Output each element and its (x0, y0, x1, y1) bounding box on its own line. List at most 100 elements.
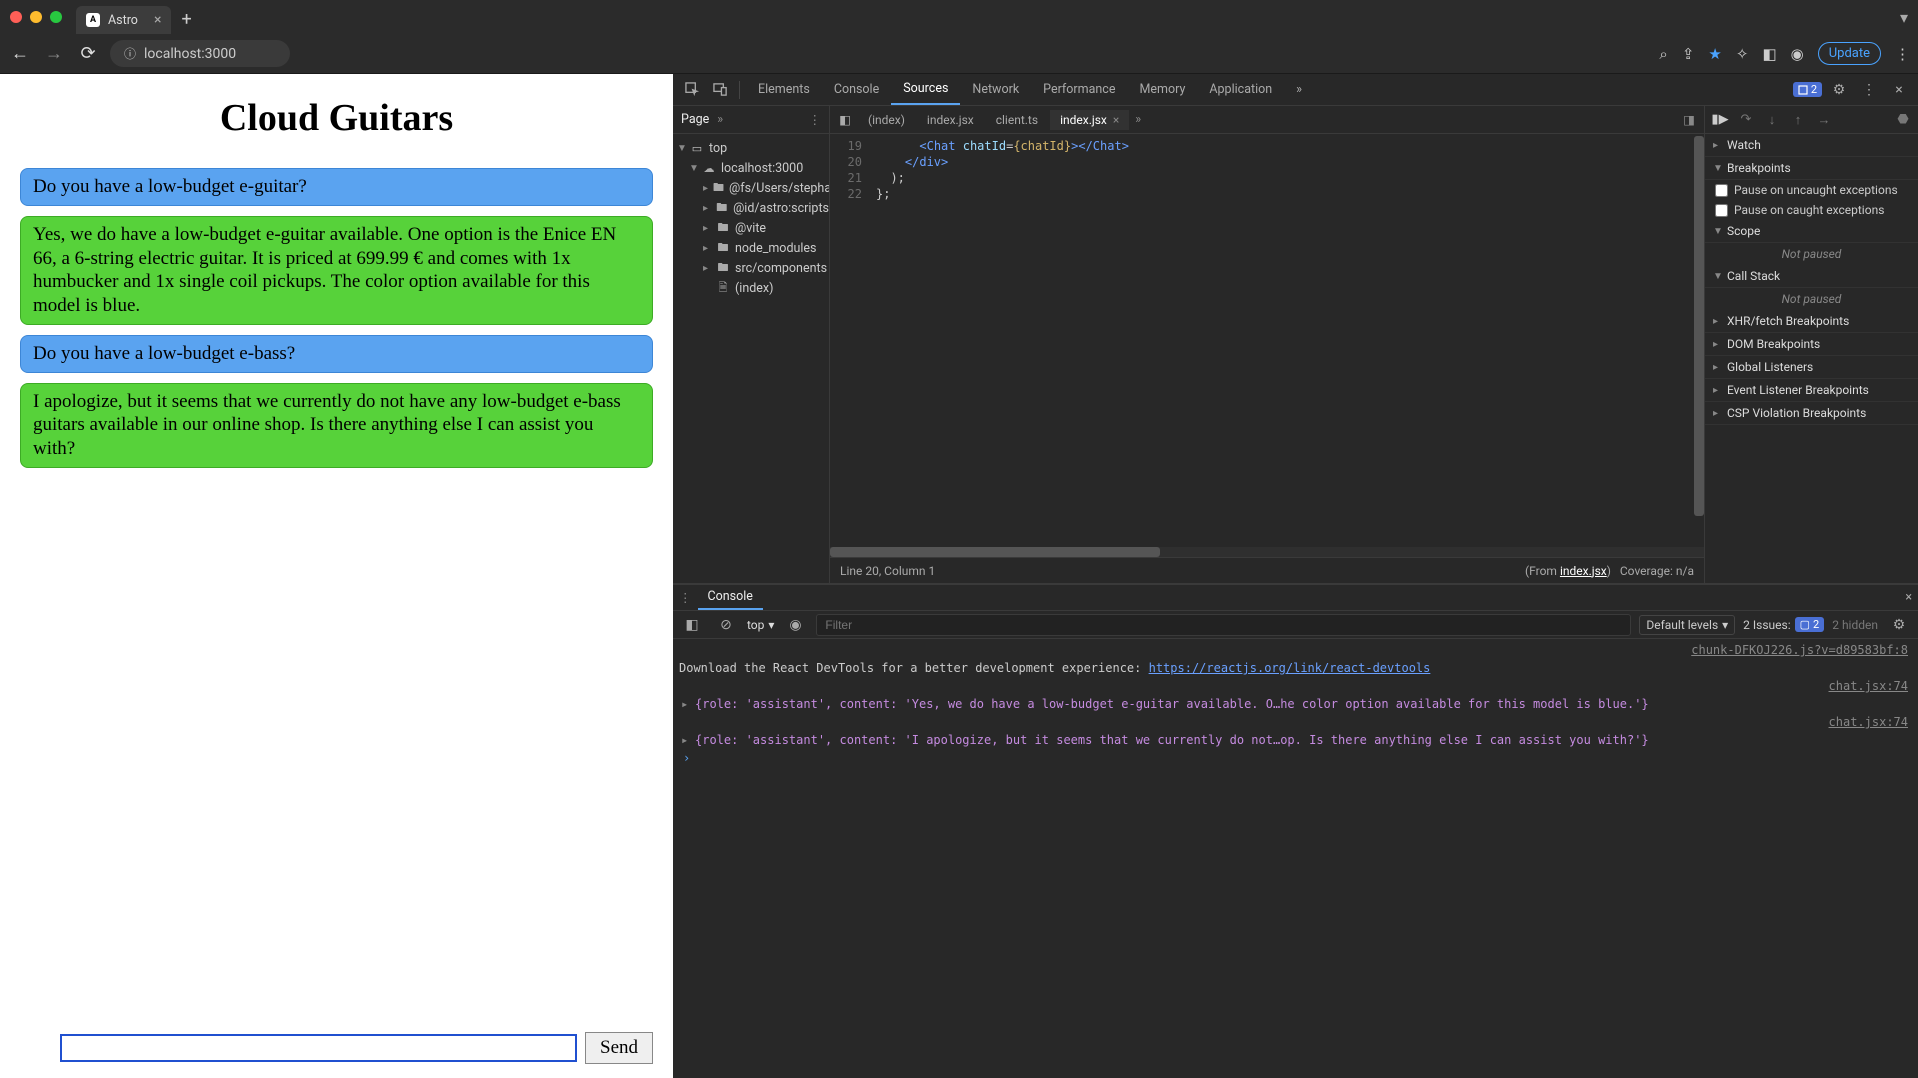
close-icon[interactable]: × (1113, 113, 1119, 127)
tree-item[interactable]: @fs/Users/stepha (729, 181, 829, 196)
window-minimize[interactable] (30, 11, 42, 23)
tree-item[interactable]: src/components (735, 261, 827, 276)
tree-item[interactable]: @vite (735, 221, 766, 236)
section-watch[interactable]: Watch (1727, 138, 1761, 152)
panel-tab-network[interactable]: Network (960, 74, 1031, 105)
panel-tab-more-icon[interactable]: » (1284, 74, 1314, 105)
reload-button[interactable]: ⟳ (76, 43, 100, 64)
kebab-menu-icon[interactable]: ⋮ (1856, 77, 1882, 103)
update-button[interactable]: Update (1818, 42, 1881, 65)
tree-item[interactable]: node_modules (735, 241, 817, 256)
drawer-tab-console[interactable]: Console (698, 585, 763, 610)
log-source-link[interactable]: chat.jsx:74 (1829, 715, 1908, 729)
console-context[interactable]: top ▾ (747, 618, 774, 632)
browser-tab[interactable]: A Astro × (76, 6, 171, 34)
console-filter-input[interactable] (816, 614, 1631, 636)
navigator-tab-page[interactable]: Page (681, 112, 709, 127)
chevron-right-icon[interactable]: » (717, 112, 723, 127)
section-xhr[interactable]: XHR/fetch Breakpoints (1727, 314, 1849, 328)
toggle-navigator-icon[interactable]: ◧ (834, 112, 856, 128)
hidden-count: 2 hidden (1832, 618, 1878, 632)
scrollbar-vertical[interactable] (1694, 134, 1704, 547)
code-editor[interactable]: 19 20 21 22 <Chat chatId={chatId}></Chat… (830, 134, 1704, 547)
chevron-right-icon[interactable]: » (1135, 112, 1141, 127)
editor-tab-active[interactable]: index.jsx× (1050, 110, 1129, 130)
console-object[interactable]: ▸{role: 'assistant', content: 'I apologi… (673, 731, 1918, 749)
log-source-link[interactable]: chat.jsx:74 (1829, 679, 1908, 693)
section-breakpoints[interactable]: Breakpoints (1727, 161, 1791, 175)
search-icon[interactable]: ⌕ (1659, 45, 1667, 63)
window-zoom[interactable] (50, 11, 62, 23)
editor-tab[interactable]: client.ts (986, 110, 1048, 130)
sources-navigator: Page » ⋮ ▼▭top ▼☁localhost:3000 ▸🖿@fs/Us… (673, 106, 830, 583)
log-levels-dropdown[interactable]: Default levels ▾ (1639, 615, 1735, 635)
section-dom[interactable]: DOM Breakpoints (1727, 337, 1820, 351)
console-prompt[interactable]: › (673, 749, 1918, 767)
section-scope[interactable]: Scope (1727, 224, 1760, 238)
tree-top[interactable]: top (709, 141, 727, 156)
chat-message-user: Do you have a low-budget e-bass? (20, 335, 653, 373)
device-toggle-icon[interactable] (707, 77, 733, 103)
toggle-debugger-icon[interactable]: ◨ (1678, 112, 1700, 128)
log-source-link[interactable]: chunk-DFKOJ226.js?v=d89583bf:8 (1691, 643, 1908, 657)
issues-badge[interactable]: 2 (1793, 82, 1822, 97)
page-title: Cloud Guitars (0, 96, 673, 140)
side-panel-icon[interactable]: ◧ (1762, 45, 1776, 63)
close-icon[interactable]: × (1905, 590, 1912, 605)
section-global[interactable]: Global Listeners (1727, 360, 1813, 374)
send-button[interactable]: Send (585, 1032, 653, 1064)
step-button: → (1813, 109, 1835, 131)
console-issues[interactable]: 2 Issues: ▢2 (1743, 617, 1824, 632)
profile-icon[interactable]: ◉ (1791, 45, 1804, 63)
section-csp[interactable]: CSP Violation Breakpoints (1727, 406, 1866, 420)
tree-file[interactable]: (index) (735, 281, 773, 296)
devtools-toolbar: Elements Console Sources Network Perform… (673, 74, 1918, 106)
settings-icon[interactable]: ⚙ (1826, 77, 1852, 103)
clear-console-icon[interactable]: ⊘ (713, 612, 739, 638)
panel-tab-sources[interactable]: Sources (891, 74, 960, 105)
console-settings-icon[interactable]: ⚙ (1886, 612, 1912, 638)
section-call-stack[interactable]: Call Stack (1727, 269, 1780, 283)
sources-editor: ◧ (index) index.jsx client.ts index.jsx×… (830, 106, 1705, 583)
panel-tab-performance[interactable]: Performance (1031, 74, 1127, 105)
extensions-icon[interactable]: ✧ (1736, 45, 1749, 63)
pause-caught-checkbox[interactable] (1715, 204, 1728, 217)
pause-script-button[interactable]: ▮▶ (1709, 109, 1731, 131)
new-tab-button[interactable]: + (181, 9, 191, 30)
console-output[interactable]: chunk-DFKOJ226.js?v=d89583bf:8 Download … (673, 639, 1918, 1078)
close-icon[interactable]: × (1886, 77, 1912, 103)
console-sidebar-icon[interactable]: ◧ (679, 612, 705, 638)
chat-input[interactable] (60, 1034, 577, 1062)
section-event[interactable]: Event Listener Breakpoints (1727, 383, 1869, 397)
kebab-menu-icon[interactable]: ⋮ (809, 112, 822, 128)
chat-message-user: Do you have a low-budget e-guitar? (20, 168, 653, 206)
site-info-icon[interactable]: ⓘ (124, 45, 136, 62)
kebab-menu-icon[interactable]: ⋮ (679, 590, 692, 606)
share-icon[interactable]: ⇪ (1682, 45, 1695, 63)
scrollbar-horizontal[interactable] (830, 547, 1704, 557)
file-tree[interactable]: ▼▭top ▼☁localhost:3000 ▸🖿@fs/Users/steph… (673, 134, 829, 302)
close-icon[interactable]: × (154, 12, 161, 28)
editor-tab[interactable]: index.jsx (917, 110, 984, 130)
panel-tab-memory[interactable]: Memory (1127, 74, 1197, 105)
inspect-icon[interactable] (679, 77, 705, 103)
tree-item[interactable]: @id/astro:scripts (733, 201, 829, 216)
editor-tab[interactable]: (index) (858, 110, 915, 130)
window-close[interactable] (10, 11, 22, 23)
url-field[interactable]: ⓘ localhost:3000 (110, 40, 290, 67)
pause-uncaught-checkbox[interactable] (1715, 184, 1728, 197)
panel-tab-application[interactable]: Application (1197, 74, 1284, 105)
bookmark-icon[interactable]: ★ (1708, 45, 1721, 63)
tree-host[interactable]: localhost:3000 (721, 161, 803, 176)
panel-tab-console[interactable]: Console (822, 74, 891, 105)
deactivate-breakpoints-button[interactable]: ⬣ (1892, 109, 1914, 131)
kebab-menu-icon[interactable]: ⋮ (1895, 45, 1910, 63)
live-expression-icon[interactable]: ◉ (782, 612, 808, 638)
panel-tab-elements[interactable]: Elements (746, 74, 822, 105)
console-link[interactable]: https://reactjs.org/link/react-devtools (1149, 661, 1431, 675)
source-map-link[interactable]: index.jsx (1560, 564, 1607, 578)
console-object[interactable]: ▸{role: 'assistant', content: 'Yes, we d… (673, 695, 1918, 713)
titlebar: A Astro × + ▾ (0, 0, 1918, 34)
back-button[interactable]: ← (8, 43, 32, 64)
tabs-overflow-icon[interactable]: ▾ (1900, 8, 1908, 27)
